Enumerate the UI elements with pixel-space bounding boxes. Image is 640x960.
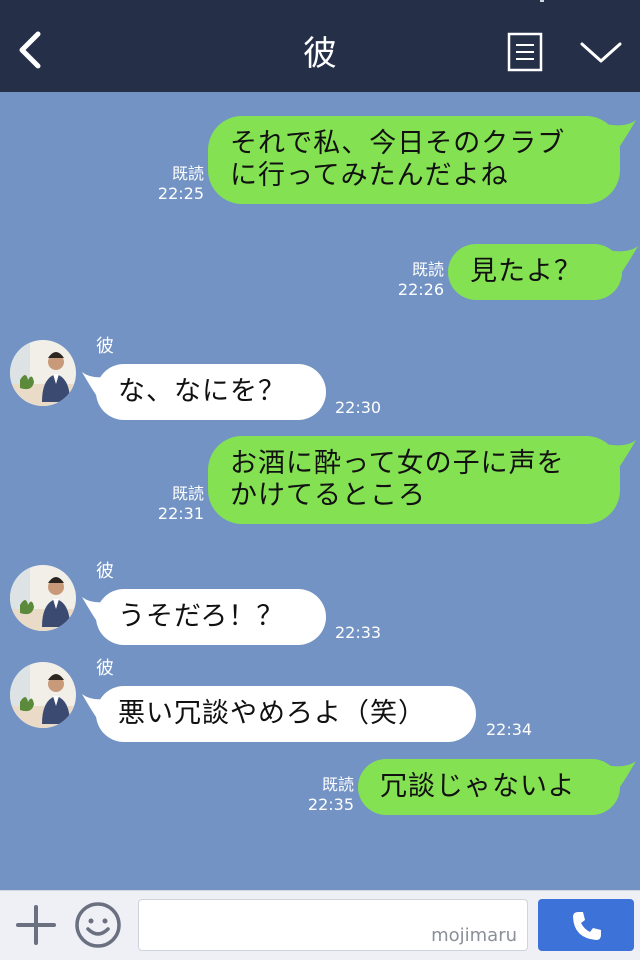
- message-bubble[interactable]: 見たよ？: [448, 244, 622, 300]
- message-received: 彼 な、なにを？ 22:30: [0, 332, 640, 432]
- input-bar: mojimaru: [0, 890, 640, 960]
- message-time: 22:34: [486, 720, 533, 739]
- message-sent: 既読 22:35 冗談じゃないよ: [0, 747, 640, 827]
- read-status: 既読: [171, 484, 204, 503]
- read-meta: 既読 22:35: [300, 775, 354, 815]
- chat-title: 彼: [303, 34, 337, 74]
- message-time: 22:26: [397, 280, 444, 299]
- call-button[interactable]: [538, 899, 634, 951]
- message-bubble[interactable]: それで私、今日そのクラブ に行ってみたんだよね: [208, 116, 620, 204]
- bubble-tail: [608, 246, 638, 272]
- avatar[interactable]: [10, 340, 76, 406]
- avatar[interactable]: [10, 565, 76, 631]
- plus-icon[interactable]: [14, 903, 58, 947]
- chat-header: 彼: [0, 0, 640, 92]
- smile-icon[interactable]: [74, 901, 122, 949]
- message-input[interactable]: mojimaru: [138, 899, 528, 951]
- read-status: 既読: [321, 775, 354, 794]
- sender-name: 彼: [96, 561, 114, 582]
- memo-icon[interactable]: [506, 32, 544, 72]
- watermark: mojimaru: [431, 925, 517, 946]
- message-bubble[interactable]: な、なにを？: [96, 364, 326, 420]
- bubble-tail: [606, 120, 636, 146]
- bubble-tail: [606, 761, 636, 787]
- message-bubble[interactable]: お酒に酔って女の子に声を かけてるところ: [208, 436, 620, 524]
- message-received: 彼 悪い冗談やめろよ（笑） 22:34: [0, 654, 640, 754]
- message-received: 彼 うそだろ！？ 22:33: [0, 557, 640, 657]
- read-status: 既読: [171, 164, 204, 183]
- bubble-tail: [606, 440, 636, 466]
- message-time: 22:25: [157, 184, 204, 203]
- message-sent: 既読 22:26 見たよ？: [0, 232, 640, 312]
- avatar[interactable]: [10, 662, 76, 728]
- chevron-down-icon[interactable]: [578, 40, 624, 66]
- message-time: 22:30: [335, 398, 382, 417]
- sender-name: 彼: [96, 658, 114, 679]
- read-status: 既読: [411, 260, 444, 279]
- read-meta: 既読 22:26: [390, 260, 444, 300]
- message-bubble[interactable]: 冗談じゃないよ: [358, 759, 620, 815]
- message-bubble[interactable]: うそだろ！？: [96, 589, 326, 645]
- message-sent: 既読 22:31 お酒に酔って女の子に声を かけてるところ: [0, 428, 640, 538]
- phone-icon: [573, 912, 601, 940]
- chat-area[interactable]: 既読 22:25 それで私、今日そのクラブ に行ってみたんだよね 既読 22:2…: [0, 92, 640, 890]
- message-time: 22:33: [335, 623, 382, 642]
- message-sent: 既読 22:25 それで私、今日そのクラブ に行ってみたんだよね: [0, 92, 640, 212]
- message-bubble[interactable]: 悪い冗談やめろよ（笑）: [96, 686, 476, 742]
- read-meta: 既読 22:31: [150, 484, 204, 524]
- message-time: 22:31: [157, 504, 204, 523]
- message-time: 22:35: [307, 795, 354, 814]
- read-meta: 既読 22:25: [150, 164, 204, 204]
- sender-name: 彼: [96, 336, 114, 357]
- status-bar-fragment: [540, 0, 544, 2]
